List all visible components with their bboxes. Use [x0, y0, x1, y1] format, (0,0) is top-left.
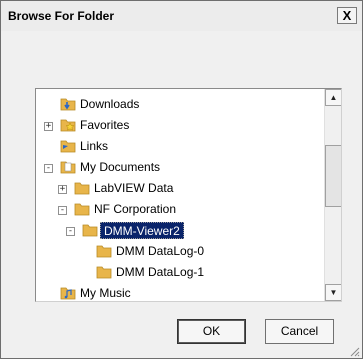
tree-item-dmm-datalog-1[interactable]: DMM DataLog-1 [36, 263, 324, 283]
close-button[interactable]: X [337, 7, 357, 24]
dialog-title: Browse For Folder [8, 9, 115, 23]
scrollbar-thumb[interactable] [325, 145, 341, 207]
tree-item-label: DMM DataLog-1 [116, 265, 205, 279]
links-folder-icon [60, 140, 76, 153]
music-folder-icon [60, 287, 76, 300]
collapse-icon[interactable]: - [66, 227, 75, 236]
tree-item-label: Links [80, 139, 109, 153]
tree-item-label: LabVIEW Data [94, 181, 174, 195]
expand-icon[interactable]: + [44, 122, 53, 131]
tree-item-links[interactable]: Links [36, 137, 324, 157]
resize-grip-icon[interactable] [348, 345, 360, 357]
title-bar: Browse For Folder X [1, 1, 362, 31]
tree-item-dmm-datalog-0[interactable]: DMM DataLog-0 [36, 242, 324, 262]
folder-icon [96, 245, 112, 258]
folder-icon [96, 266, 112, 279]
collapse-icon[interactable]: - [44, 164, 53, 173]
tree-item-dmm-viewer2[interactable]: - DMM-Viewer2 [36, 221, 324, 241]
folder-tree[interactable]: Downloads + Favorites Links - My Documen… [35, 88, 342, 302]
tree-item-label: Downloads [80, 97, 140, 111]
ok-button[interactable]: OK [177, 319, 246, 344]
folder-icon [74, 203, 90, 216]
documents-folder-icon [60, 161, 76, 174]
tree-item-label: NF Corporation [94, 202, 177, 216]
downloads-folder-icon [60, 98, 76, 111]
collapse-icon[interactable]: - [58, 206, 67, 215]
tree-item-label-selected: DMM-Viewer2 [100, 222, 184, 239]
favorites-folder-icon [60, 119, 76, 132]
tree-item-nf-corporation[interactable]: - NF Corporation [36, 200, 324, 220]
tree-item-labview-data[interactable]: + LabVIEW Data [36, 179, 324, 199]
tree-item-label: Favorites [80, 118, 130, 132]
tree-item-label: My Documents [80, 160, 161, 174]
tree-item-my-documents[interactable]: - My Documents [36, 158, 324, 178]
tree-item-downloads[interactable]: Downloads [36, 95, 324, 115]
folder-tree-items: Downloads + Favorites Links - My Documen… [36, 89, 324, 301]
tree-item-favorites[interactable]: + Favorites [36, 116, 324, 136]
browse-for-folder-dialog: Browse For Folder X Downloads + Favorite… [0, 0, 363, 359]
scroll-up-button[interactable]: ▲ [325, 89, 341, 106]
folder-icon [82, 224, 98, 237]
cancel-button[interactable]: Cancel [265, 319, 334, 344]
vertical-scrollbar[interactable]: ▲ ▼ [324, 89, 341, 301]
tree-item-label: My Music [80, 286, 131, 300]
folder-icon [74, 182, 90, 195]
expand-icon[interactable]: + [58, 185, 67, 194]
tree-item-my-music[interactable]: My Music [36, 284, 324, 301]
tree-item-label: DMM DataLog-0 [116, 244, 205, 258]
scroll-down-button[interactable]: ▼ [325, 284, 341, 301]
